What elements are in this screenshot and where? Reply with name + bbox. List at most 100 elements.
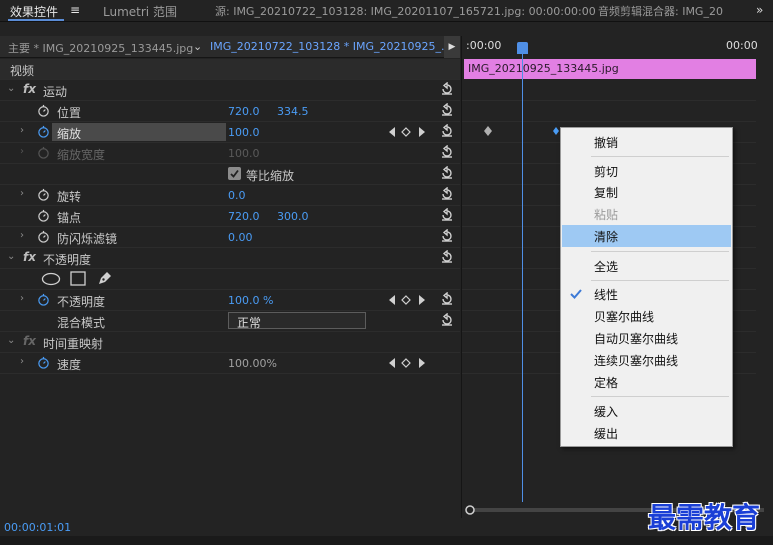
keyframe-context-menu: 撤销 剪切 复制 粘贴 清除 全选 线性 贝塞尔曲线 自动贝塞尔曲线 连续贝塞尔… <box>560 127 733 447</box>
stopwatch-icon[interactable] <box>37 188 50 201</box>
reset-icon[interactable] <box>440 250 454 264</box>
collapse-chevron-icon[interactable]: ⌄ <box>7 251 15 262</box>
clip-name: IMG_20210925_133445.jpg <box>468 62 619 75</box>
expand-chevron-icon[interactable]: › <box>20 188 24 199</box>
speed-value[interactable]: 100.00% <box>228 357 277 370</box>
expand-chevron-icon[interactable]: › <box>20 230 24 241</box>
time-remap-row[interactable]: ⌄ fx 时间重映射 <box>0 332 460 353</box>
blend-mode-dropdown[interactable]: 正常 ⌄ <box>228 312 366 330</box>
motion-effect-row[interactable]: ⌄ fx 运动 <box>0 80 460 101</box>
anti-flicker-value[interactable]: 0.00 <box>228 231 253 244</box>
uniform-scale-checkbox[interactable] <box>228 167 241 180</box>
current-timecode[interactable]: 00:00:01:01 <box>4 521 71 534</box>
uniform-scale-row: 等比缩放 <box>0 164 460 185</box>
anchor-x-value[interactable]: 720.0 <box>228 210 260 223</box>
anchor-point-label: 锚点 <box>57 211 82 225</box>
overflow-icon[interactable]: » <box>756 3 763 17</box>
chevron-down-icon: ⌄ <box>237 315 245 325</box>
keyframe-marker <box>484 126 492 136</box>
stopwatch-icon[interactable] <box>37 209 50 222</box>
reset-icon[interactable] <box>440 124 454 138</box>
stopwatch-active-icon[interactable] <box>37 356 50 369</box>
menu-separator <box>591 251 729 252</box>
reset-icon[interactable] <box>440 292 454 306</box>
checkmark-icon <box>230 169 239 178</box>
stopwatch-icon[interactable] <box>37 230 50 243</box>
position-x-value[interactable]: 720.0 <box>228 105 260 118</box>
ruler-timecode-end: 00:00 <box>726 39 758 52</box>
play-icon[interactable]: ▶ <box>444 36 460 58</box>
tab-lumetri-scopes[interactable]: Lumetri 范围 <box>103 3 177 20</box>
reset-icon[interactable] <box>440 82 454 96</box>
collapse-chevron-icon[interactable]: ⌄ <box>7 83 15 94</box>
menu-separator <box>591 396 729 397</box>
stopwatch-active-icon[interactable] <box>37 125 50 138</box>
tab-effects-controls[interactable]: 效果控件 <box>10 3 58 20</box>
playhead-line[interactable] <box>522 42 523 502</box>
reset-icon[interactable] <box>440 166 454 180</box>
expand-chevron-icon[interactable]: › <box>20 356 24 367</box>
reset-icon[interactable] <box>440 229 454 243</box>
opacity-effect-row[interactable]: ⌄ fx 不透明度 <box>0 248 460 269</box>
menu-item-undo[interactable]: 撤销 <box>562 131 731 153</box>
menu-item-select-all[interactable]: 全选 <box>562 255 731 277</box>
keyframe-marker-selected <box>553 127 559 135</box>
menu-item-ease-in[interactable]: 缓入 <box>562 400 731 422</box>
menu-item-bezier[interactable]: 贝塞尔曲线 <box>562 305 731 327</box>
fx-icon[interactable]: fx <box>23 250 36 264</box>
scale-value[interactable]: 100.0 <box>228 126 260 139</box>
master-clip-label[interactable]: 主要 * IMG_20210925_133445.jpg <box>8 40 193 56</box>
ellipse-mask-icon[interactable] <box>41 272 61 286</box>
rotation-value[interactable]: 0.0 <box>228 189 246 202</box>
position-label: 位置 <box>57 106 82 120</box>
expand-chevron-icon[interactable]: › <box>20 125 24 136</box>
menu-item-copy[interactable]: 复制 <box>562 181 731 203</box>
timeline-clip[interactable]: IMG_20210925_133445.jpg <box>464 59 756 79</box>
stopwatch-disabled-icon <box>38 146 49 159</box>
timeline-ruler[interactable]: :00:00 00:00 <box>462 36 773 58</box>
pen-mask-icon[interactable] <box>97 270 113 286</box>
time-remap-label: 时间重映射 <box>43 337 104 351</box>
panel-menu-icon[interactable]: ≡ <box>70 3 80 17</box>
fx-icon[interactable]: fx <box>23 82 36 96</box>
expand-chevron-icon[interactable]: › <box>20 293 24 304</box>
menu-item-cut[interactable]: 剪切 <box>562 160 731 182</box>
reset-icon[interactable] <box>440 208 454 222</box>
scale-width-row: › 缩放宽度 100.0 <box>0 143 460 164</box>
anchor-y-value[interactable]: 300.0 <box>277 210 309 223</box>
stopwatch-icon[interactable] <box>37 104 50 117</box>
reset-icon[interactable] <box>440 103 454 117</box>
opacity-group-label: 不透明度 <box>43 253 92 267</box>
motion-label: 运动 <box>43 85 68 99</box>
menu-item-paste: 粘贴 <box>594 208 619 222</box>
keyframe-navigator-icon[interactable] <box>387 294 433 306</box>
rectangle-mask-icon[interactable] <box>70 271 86 286</box>
position-y-value[interactable]: 334.5 <box>277 105 309 118</box>
scale-width-value: 100.0 <box>228 147 260 160</box>
reset-icon[interactable] <box>440 313 454 327</box>
panel-bottom-edge <box>0 536 773 545</box>
menu-item-auto-bezier[interactable]: 自动贝塞尔曲线 <box>562 327 731 349</box>
watermark-text: 最需教育 <box>648 501 761 534</box>
menu-item-clear[interactable]: 清除 <box>562 225 731 247</box>
menu-item-hold[interactable]: 定格 <box>562 371 731 393</box>
reset-icon[interactable] <box>440 187 454 201</box>
chevron-down-icon[interactable]: ⌄ <box>193 40 202 53</box>
tab-audio-clip-mixer[interactable]: 音频剪辑混合器: IMG_20 <box>598 3 723 19</box>
fx-icon[interactable]: fx <box>23 334 36 348</box>
keyframe-navigator-icon[interactable] <box>387 357 433 369</box>
menu-item-ease-out[interactable]: 缓出 <box>562 422 731 444</box>
expand-chevron-icon: › <box>20 146 24 157</box>
reset-icon[interactable] <box>440 145 454 159</box>
anti-flicker-row: › 防闪烁滤镜 0.00 <box>0 227 460 248</box>
stopwatch-active-icon[interactable] <box>37 293 50 306</box>
opacity-value[interactable]: 100.0 % <box>228 294 273 307</box>
menu-separator <box>591 280 729 281</box>
keyframe-navigator-icon[interactable] <box>387 126 433 138</box>
menu-separator <box>591 156 729 157</box>
sequence-clip-label[interactable]: IMG_20210722_103128 * IMG_20210925_... <box>210 40 451 53</box>
menu-item-linear[interactable]: 线性 <box>562 283 731 305</box>
tab-source[interactable]: 源: IMG_20210722_103128: IMG_20201107_165… <box>215 3 596 19</box>
menu-item-continuous-bezier[interactable]: 连续贝塞尔曲线 <box>562 349 731 371</box>
collapse-chevron-icon[interactable]: ⌄ <box>7 335 15 346</box>
